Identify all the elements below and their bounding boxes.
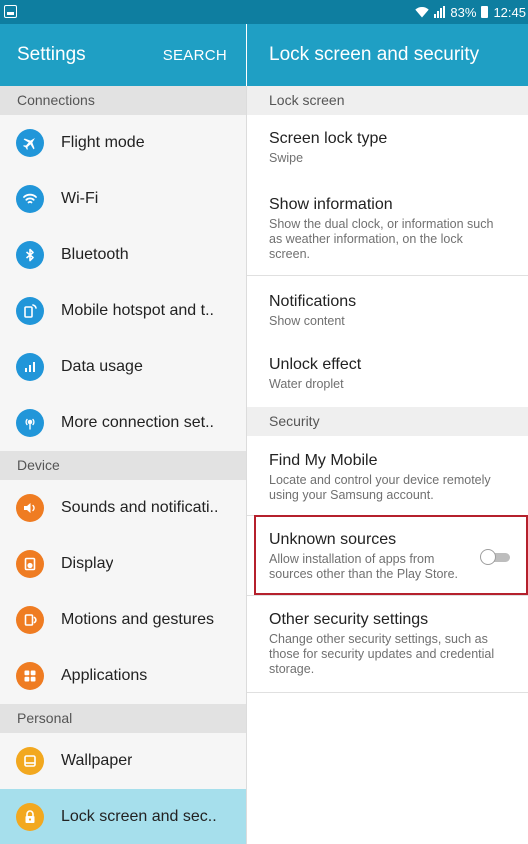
wifi-icon	[16, 185, 44, 213]
detail-list: Lock screen Screen lock type Swipe Show …	[247, 86, 528, 844]
section-header-personal: Personal	[0, 704, 246, 733]
detail-title: Lock screen and security	[269, 44, 480, 65]
item-subtitle: Locate and control your device remotely …	[269, 473, 491, 502]
settings-item-motions[interactable]: Motions and gestures	[0, 592, 246, 648]
item-subtitle: Show the dual clock, or information such…	[269, 217, 494, 261]
item-label: Wi-Fi	[61, 190, 99, 207]
settings-item-display[interactable]: Display	[0, 536, 246, 592]
section-header-security: Security	[247, 407, 528, 436]
item-title: Notifications	[269, 293, 357, 310]
item-label: Motions and gestures	[61, 611, 214, 628]
unlock-effect-item[interactable]: Unlock effect Water droplet	[247, 340, 528, 402]
detail-header: Lock screen and security	[247, 24, 528, 86]
item-title: Other security settings	[269, 611, 429, 628]
settings-item-applications[interactable]: Applications	[0, 648, 246, 704]
settings-header: Settings SEARCH	[0, 24, 246, 86]
wallpaper-icon	[16, 747, 44, 775]
find-my-mobile-item[interactable]: Find My Mobile Locate and control your d…	[247, 436, 528, 516]
settings-item-wallpaper[interactable]: Wallpaper	[0, 733, 246, 789]
settings-item-data-usage[interactable]: Data usage	[0, 339, 246, 395]
show-information-item[interactable]: Show information Show the dual clock, or…	[247, 177, 528, 276]
settings-item-lock-screen[interactable]: Lock screen and sec..	[0, 789, 246, 844]
settings-item-bluetooth[interactable]: Bluetooth	[0, 227, 246, 283]
item-label: Wallpaper	[61, 752, 133, 769]
item-label: Display	[61, 555, 114, 572]
section-header-device: Device	[0, 451, 246, 480]
airplane-icon	[16, 129, 44, 157]
settings-item-sounds[interactable]: Sounds and notificati..	[0, 480, 246, 536]
item-label: Lock screen and sec..	[61, 808, 217, 825]
settings-item-flight-mode[interactable]: Flight mode	[0, 115, 246, 171]
battery-percent: 83%	[450, 4, 477, 20]
item-title: Find My Mobile	[269, 452, 378, 469]
notifications-item[interactable]: Notifications Show content	[247, 276, 528, 340]
item-title: Screen lock type	[269, 130, 388, 147]
status-bar: 83% 12:45	[0, 0, 528, 24]
wifi-icon	[415, 7, 430, 18]
item-label: Bluetooth	[61, 246, 129, 263]
search-button[interactable]: SEARCH	[163, 47, 227, 64]
settings-item-wifi[interactable]: Wi-Fi	[0, 171, 246, 227]
more-connections-icon	[16, 409, 44, 437]
item-label: More connection set..	[61, 414, 214, 431]
display-icon	[16, 550, 44, 578]
hotspot-icon	[16, 297, 44, 325]
item-title: Show information	[269, 196, 393, 213]
bluetooth-icon	[16, 241, 44, 269]
settings-item-hotspot[interactable]: Mobile hotspot and t..	[0, 283, 246, 339]
sound-icon	[16, 494, 44, 522]
settings-screen: 83% 12:45 Settings SEARCH Lock screen an…	[0, 0, 528, 844]
status-icons: 83% 12:45	[415, 0, 526, 24]
signal-icon	[434, 6, 446, 18]
apps-icon	[16, 662, 44, 690]
data-usage-icon	[16, 353, 44, 381]
other-security-settings-item[interactable]: Other security settings Change other sec…	[247, 596, 528, 693]
item-label: Data usage	[61, 358, 143, 375]
section-header-connections: Connections	[0, 86, 246, 115]
settings-item-more-connections[interactable]: More connection set..	[0, 395, 246, 451]
item-subtitle: Show content	[269, 314, 345, 328]
item-subtitle: Water droplet	[269, 377, 344, 391]
lock-icon	[16, 803, 44, 831]
section-header-lock-screen: Lock screen	[247, 86, 528, 115]
notification-icon	[4, 5, 17, 18]
settings-list: Connections Flight mode Wi-Fi Bluetooth	[0, 86, 246, 844]
item-label: Sounds and notificati..	[61, 499, 219, 516]
item-label: Mobile hotspot and t..	[61, 302, 214, 319]
motion-icon	[16, 606, 44, 634]
settings-title: Settings	[17, 44, 86, 65]
item-title: Unlock effect	[269, 356, 362, 373]
clock: 12:45	[493, 4, 526, 20]
screen-lock-type-item[interactable]: Screen lock type Swipe	[247, 115, 528, 177]
item-subtitle: Swipe	[269, 151, 304, 165]
item-subtitle: Change other security settings, such as …	[269, 632, 495, 676]
battery-icon	[481, 6, 489, 18]
highlight-box	[254, 515, 528, 595]
item-label: Applications	[61, 667, 148, 684]
item-label: Flight mode	[61, 134, 145, 151]
